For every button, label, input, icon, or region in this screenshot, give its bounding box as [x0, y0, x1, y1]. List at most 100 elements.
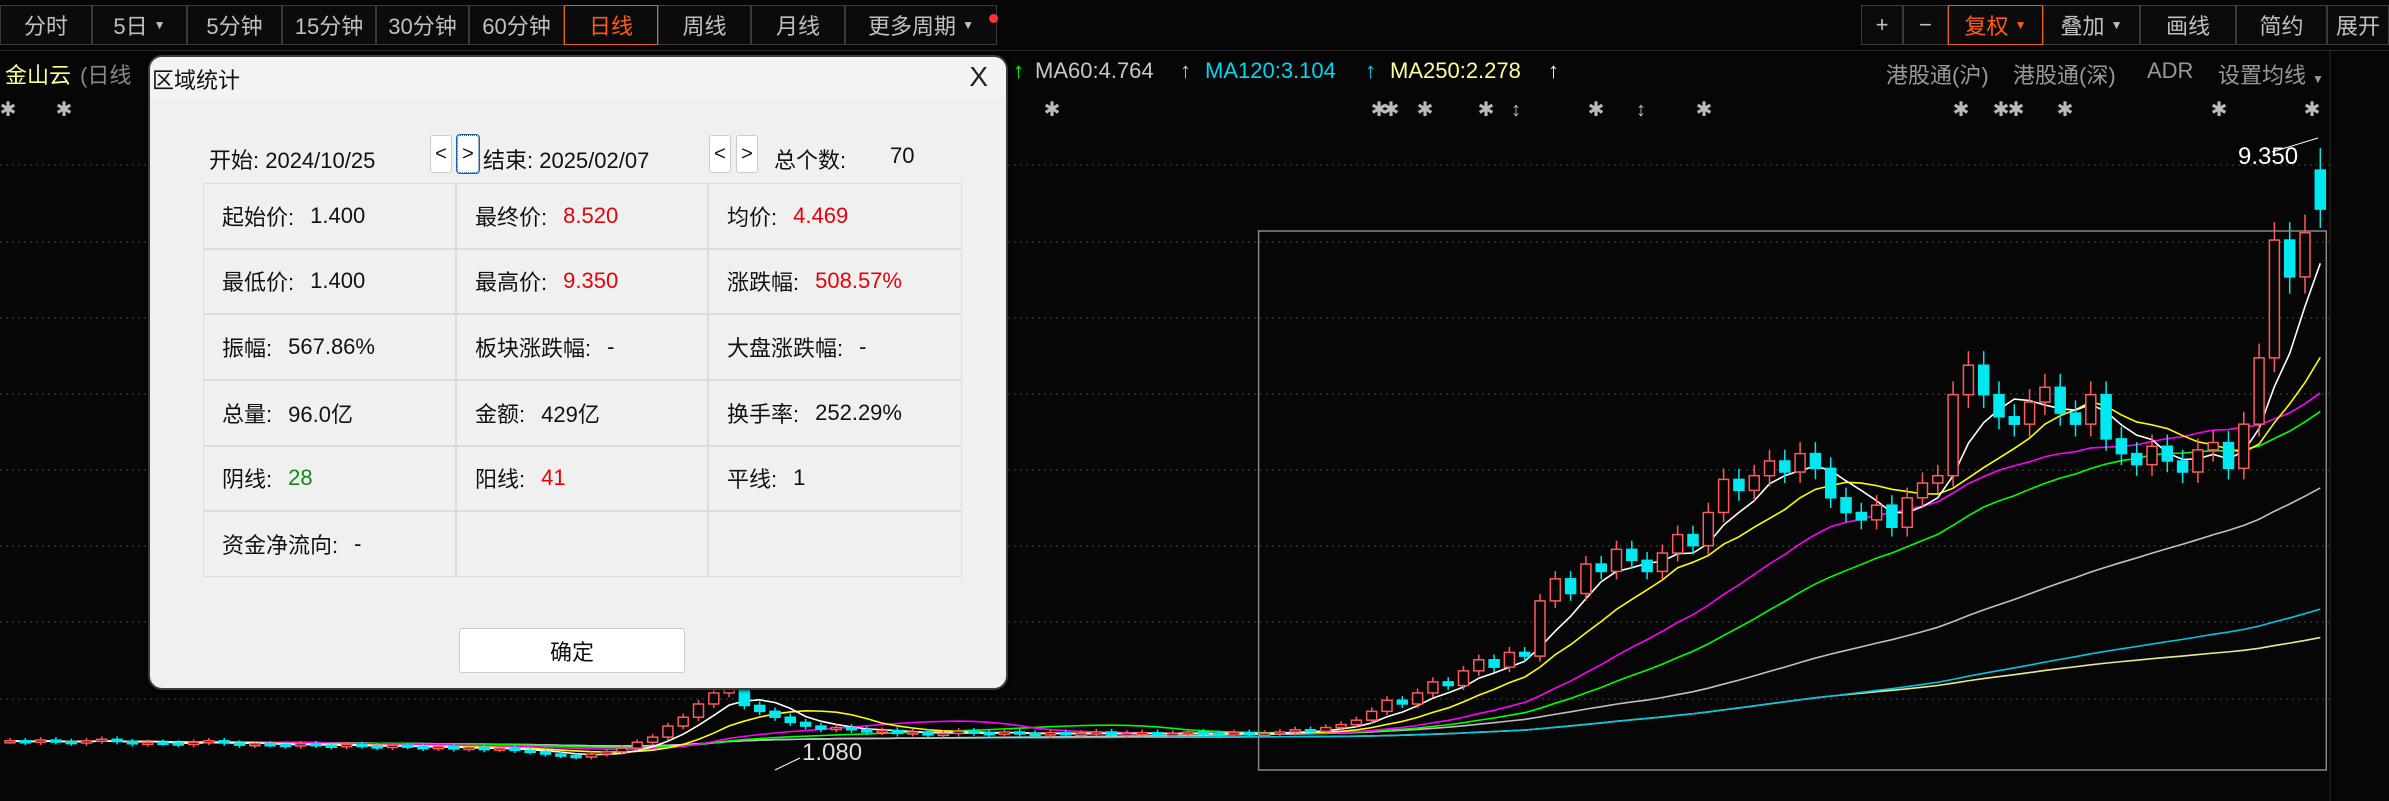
- stat-cell: 最低价: 1.400: [203, 248, 456, 315]
- close-icon[interactable]: X: [969, 61, 988, 93]
- event-marker-icon: ✱: [0, 99, 16, 121]
- candle-down: [1396, 699, 1409, 705]
- candle-up: [1671, 533, 1684, 554]
- stats-table: 起始价: 1.400 最终价: 8.520 均价: 4.469 最低价: 1.400 最高价: 9…: [203, 183, 962, 577]
- candle-up: [1717, 478, 1730, 514]
- ma120-value: MA120:3.104: [1205, 58, 1336, 83]
- end-next-button[interactable]: >: [736, 135, 758, 173]
- candle-down: [1687, 533, 1699, 547]
- stat-cell: 总量: 96.0亿: [203, 379, 456, 446]
- event-marker-icon: ✱: [1383, 99, 1400, 121]
- dialog-title: 区域统计: [150, 57, 1006, 99]
- stat-value: 9.350: [563, 268, 619, 294]
- candle-down: [524, 749, 536, 754]
- start-next-button[interactable]: >: [456, 134, 480, 174]
- candle-up: [1932, 474, 1944, 484]
- candle-up: [187, 741, 200, 746]
- event-marker-icon: ✱: [2008, 99, 2025, 121]
- candle-up: [1075, 732, 1087, 737]
- stat-label: 阴线:: [222, 467, 273, 493]
- candle-up: [1427, 681, 1439, 694]
- candle-up: [1580, 563, 1592, 595]
- stat-cell: 均价: 4.469: [708, 183, 962, 249]
- candle-up: [2268, 239, 2281, 359]
- candle-down: [1886, 504, 1898, 528]
- candle-down: [539, 751, 552, 755]
- candle-down: [356, 743, 368, 748]
- candle-up: [662, 725, 674, 738]
- start-date: 开始: 2024/10/25: [209, 148, 376, 173]
- candle-down: [753, 704, 766, 713]
- stat-value: 41: [541, 465, 566, 491]
- candle-down: [1488, 659, 1500, 668]
- candle-up: [4, 740, 16, 744]
- set-ma-button[interactable]: 设置均线 ▼: [2218, 58, 2324, 90]
- split-marker-icon: ↕: [1636, 99, 1646, 121]
- selection-box: [1257, 230, 2328, 771]
- arrow-up-icon: ↑: [1180, 58, 1191, 83]
- event-marker-icon: ✱: [1417, 99, 1434, 121]
- candle-up: [906, 731, 919, 735]
- candle-up: [1365, 710, 1378, 721]
- candle-down: [417, 745, 429, 750]
- candle-down: [1855, 511, 1868, 521]
- candle-down: [1641, 559, 1653, 573]
- stat-cell: 振幅: 567.86%: [203, 314, 456, 380]
- split-marker-icon: ↕: [1511, 99, 1521, 121]
- candle-down: [1518, 651, 1531, 657]
- candle-down: [1840, 497, 1852, 514]
- candle-up: [646, 736, 659, 744]
- candle-up: [2146, 445, 2158, 466]
- stat-value: 252.29%: [815, 399, 902, 425]
- link-hk-connect-sz[interactable]: 港股通(深): [2013, 58, 2116, 90]
- candle-down: [2115, 438, 2128, 455]
- candle-down: [447, 745, 460, 750]
- ok-button[interactable]: 确定: [459, 628, 685, 673]
- candle-down: [2222, 441, 2235, 470]
- start-prev-button[interactable]: <: [430, 135, 452, 173]
- candle-up: [1411, 692, 1424, 705]
- candle-up: [1381, 699, 1393, 713]
- candle-up: [2299, 231, 2311, 278]
- candle-up: [1656, 552, 1669, 573]
- event-marker-icon: ✱: [1478, 99, 1495, 121]
- stat-cell: 阳线: 41: [456, 445, 708, 512]
- link-adr[interactable]: ADR: [2147, 58, 2193, 84]
- stat-label: 金额:: [475, 401, 526, 427]
- candle-down: [1733, 478, 1745, 492]
- candle-up: [1962, 364, 1975, 396]
- candle-up: [1534, 600, 1546, 657]
- stat-label: 最终价:: [475, 204, 548, 230]
- stat-cell: 资金净流向: -: [203, 511, 456, 577]
- candle-up: [1763, 460, 1776, 477]
- stat-value: 508.57%: [815, 268, 902, 294]
- end-prev-button[interactable]: <: [709, 135, 731, 173]
- candle-down: [65, 740, 77, 745]
- set-ma-label: 设置均线: [2218, 63, 2307, 88]
- stat-label: 平线:: [727, 467, 778, 493]
- candle-up: [692, 703, 705, 718]
- candle-down: [371, 745, 383, 749]
- candle-up: [493, 747, 506, 751]
- candle-down: [1197, 731, 1210, 735]
- candle-up: [294, 742, 307, 747]
- candle-down: [2100, 393, 2112, 440]
- candle-down: [111, 738, 123, 743]
- stat-cell: 大盘涨跌幅: -: [708, 314, 962, 380]
- candle-up: [830, 726, 842, 731]
- candle-up: [34, 739, 47, 744]
- candle-up: [1947, 393, 1959, 477]
- event-marker-icon: ✱: [1588, 99, 1605, 121]
- candle-down: [983, 731, 995, 736]
- link-hk-connect-sh[interactable]: 港股通(沪): [1886, 58, 1989, 90]
- candle-up: [1916, 482, 1929, 499]
- candle-down: [1304, 729, 1317, 733]
- stat-label: 最低价:: [222, 270, 295, 296]
- ma30-arrow-icon: ↑: [1013, 58, 1024, 83]
- stat-value: 567.86%: [288, 334, 375, 360]
- stat-cell: 涨跌幅: 508.57%: [708, 248, 962, 315]
- stat-label: 总量:: [222, 401, 273, 427]
- candle-up: [708, 692, 720, 705]
- stat-value: -: [859, 334, 867, 360]
- stat-cell: 板块涨跌幅: -: [456, 314, 708, 380]
